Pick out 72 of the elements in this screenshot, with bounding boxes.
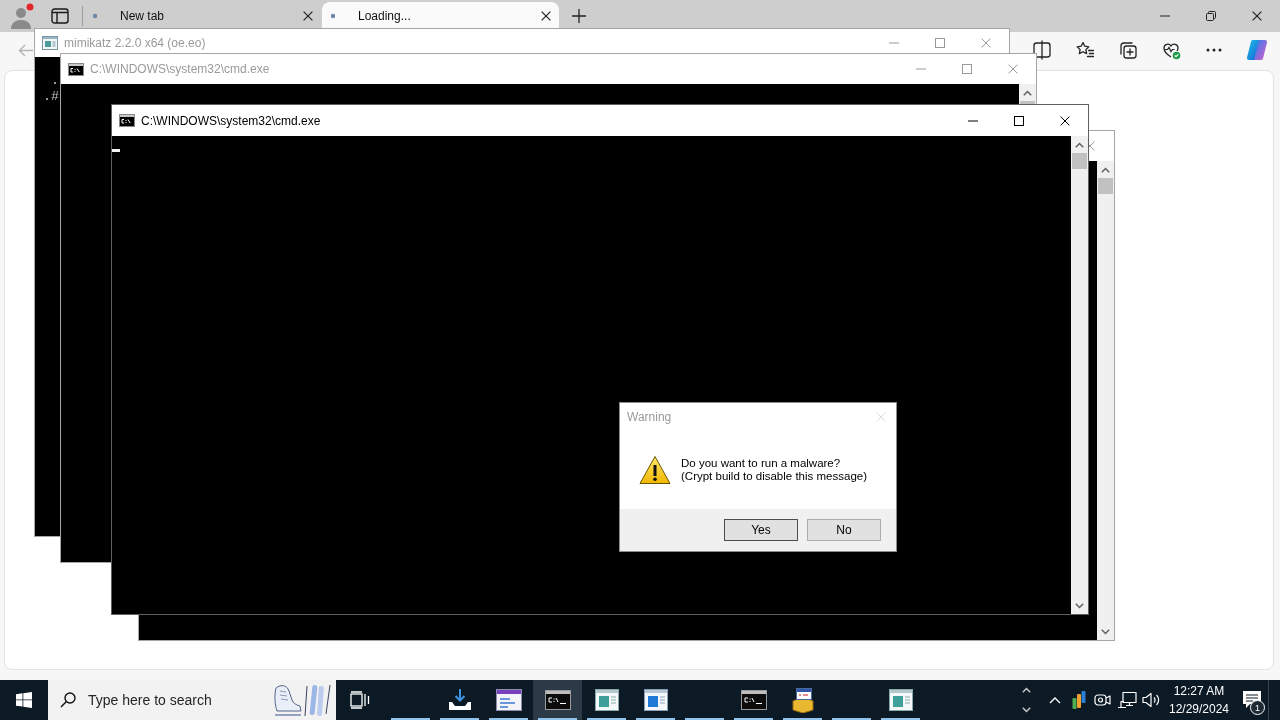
- avatar-icon: [10, 3, 34, 29]
- close-icon: [541, 11, 551, 21]
- close-icon: [1060, 115, 1070, 126]
- chevron-up-icon: [1101, 166, 1110, 173]
- minimize-icon: [889, 42, 899, 44]
- console-icon: [740, 690, 767, 710]
- console-icon: [119, 114, 135, 127]
- app-window-icon: [42, 36, 58, 50]
- more-icon: [1205, 48, 1222, 52]
- maximize-icon: [935, 38, 945, 48]
- maximize-icon: [962, 64, 972, 74]
- scrollbar-thumb[interactable]: [1098, 178, 1113, 194]
- chevron-down-icon: [1021, 707, 1031, 713]
- close-icon: [1008, 64, 1018, 74]
- speaker-icon: [1141, 691, 1161, 709]
- download-tray-icon: [446, 688, 473, 712]
- restore-icon: [1206, 11, 1216, 21]
- window-title: C:\WINDOWS\system32\cmd.exe: [90, 62, 270, 76]
- scrollbar-thumb[interactable]: [1020, 101, 1035, 104]
- chevron-down-icon: [1075, 602, 1084, 609]
- arrow-left-icon: [18, 43, 33, 57]
- chevron-up-icon: [1023, 89, 1032, 96]
- ice-skate-drawing: [271, 682, 333, 718]
- dialog-message: Do you want to run a malware? (Crypt build to disable this message): [681, 457, 867, 483]
- camera-icon: [1093, 691, 1113, 709]
- console-icon: [544, 690, 571, 710]
- form-window-icon: [495, 689, 522, 711]
- plus-icon: [572, 9, 586, 23]
- maximize-icon: [1014, 115, 1024, 126]
- chevron-up-icon: [1075, 141, 1084, 148]
- notification-badge: 1: [1250, 700, 1265, 715]
- close-icon: [981, 38, 991, 48]
- dialog-button[interactable]: Yes: [724, 519, 798, 541]
- window-icon: [643, 689, 668, 711]
- installer-box-icon: [789, 687, 816, 713]
- console-text: .: [50, 73, 59, 89]
- task-view-icon: [350, 691, 370, 709]
- window-title: mimikatz 2.2.0 x64 (oe.eo): [64, 36, 206, 50]
- bars-icon: [1072, 690, 1086, 710]
- dialog-button[interactable]: No: [807, 519, 881, 541]
- close-icon: [876, 412, 886, 422]
- panel-window-icon: [888, 689, 913, 711]
- chevron-up-icon: [1021, 687, 1031, 693]
- search-field[interactable]: Type here to search: [48, 680, 336, 720]
- browser-tab[interactable]: New tab: [84, 2, 321, 32]
- chevron-down-icon: [1101, 628, 1110, 635]
- warning-icon: [639, 455, 671, 485]
- notifications-button[interactable]: 1: [1235, 680, 1268, 720]
- panel-window-icon: [594, 689, 619, 711]
- close-icon: [303, 11, 313, 21]
- dot-icon: [92, 13, 98, 19]
- collections-icon: [1117, 40, 1138, 60]
- dialog-title: Warning: [627, 410, 672, 424]
- window-title: C:\WINDOWS\system32\cmd.exe: [141, 113, 321, 128]
- favorites-icon: [1074, 40, 1095, 60]
- close-icon: [1252, 11, 1262, 21]
- minimize-icon: [1160, 15, 1170, 17]
- windows-logo-icon: [16, 692, 32, 708]
- console-text: .#: [42, 89, 59, 105]
- tabs-panel-icon: [51, 8, 69, 24]
- chevron-up-icon: [1049, 696, 1061, 704]
- search-icon: [60, 692, 76, 708]
- copilot-icon: [1245, 39, 1268, 61]
- clock-button[interactable]: 12:27 AM 12/29/2024: [1163, 680, 1235, 720]
- network-icon: [1117, 691, 1137, 709]
- minimize-icon: [968, 119, 978, 122]
- taskbar-button[interactable]: [533, 680, 582, 720]
- split-screen-icon: [1031, 40, 1052, 60]
- minimize-icon: [916, 68, 926, 70]
- console-icon: [68, 62, 84, 76]
- dot-icon: [330, 13, 336, 19]
- scrollbar-thumb[interactable]: [1072, 153, 1087, 169]
